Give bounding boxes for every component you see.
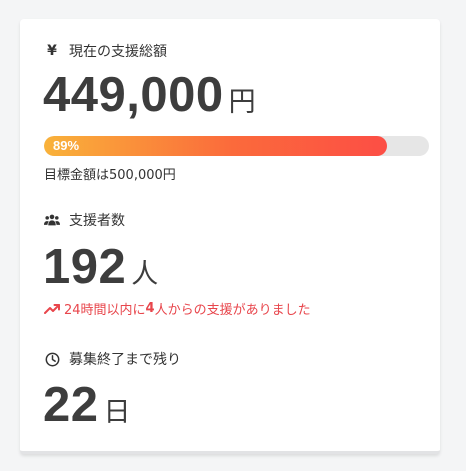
remaining-days-unit: 日 xyxy=(103,397,131,428)
trending-up-icon xyxy=(44,301,60,317)
remaining-label-text: 募集終了まで残り xyxy=(69,352,181,368)
people-icon xyxy=(44,212,60,228)
recent-backers-prefix: 24時間以内に xyxy=(64,303,146,318)
clock-icon xyxy=(44,351,60,367)
recent-backers-note: 24時間以内に 4 人からの支援がありました xyxy=(44,299,311,318)
funding-goal-text: 目標金額は500,000円 xyxy=(44,168,176,183)
funding-label: ¥ 現在の支援総額 xyxy=(44,41,167,61)
funding-progress-fill xyxy=(44,136,387,156)
funding-amount-unit: 円 xyxy=(228,87,256,118)
recent-backers-suffix: 人からの支援がありました xyxy=(154,303,311,318)
remaining-label: 募集終了まで残り xyxy=(44,349,181,369)
funding-amount: 449,000 円 xyxy=(43,67,256,123)
funding-progress-percent: 89% xyxy=(53,138,80,153)
funding-progress-bar: 89% xyxy=(44,136,429,156)
funding-label-text: 現在の支援総額 xyxy=(69,44,167,60)
backers-count-value: 192 xyxy=(43,240,127,294)
backers-label-text: 支援者数 xyxy=(69,213,125,229)
recent-backers-count: 4 xyxy=(145,301,155,316)
backers-label: 支援者数 xyxy=(44,210,125,230)
funding-amount-value: 449,000 xyxy=(43,68,224,122)
remaining-days-value: 22 xyxy=(43,378,99,432)
project-stats-card: ¥ 現在の支援総額 449,000 円 89% 目標金額は500,000円 支援… xyxy=(20,19,440,454)
yen-icon: ¥ xyxy=(47,43,57,59)
remaining-days: 22 日 xyxy=(43,377,131,433)
backers-count: 192 人 xyxy=(43,239,158,295)
backers-count-unit: 人 xyxy=(131,259,159,290)
